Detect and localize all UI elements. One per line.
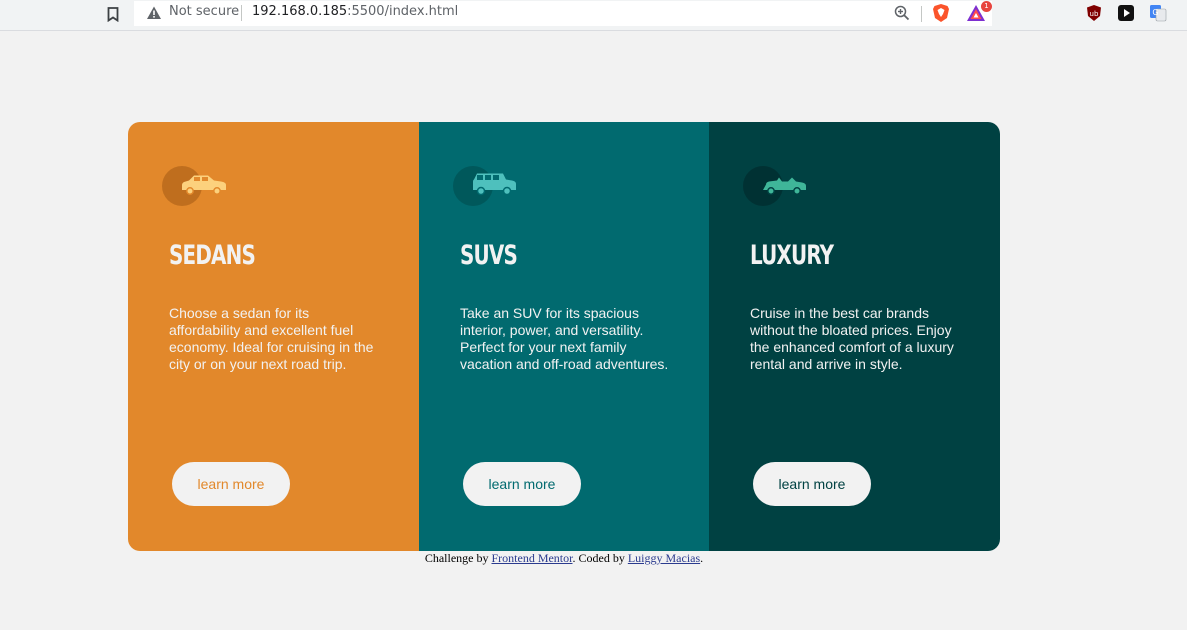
address-bar[interactable]: Not secure 192.168.0.185:5500/index.html…: [134, 1, 992, 26]
learn-more-button[interactable]: learn more: [463, 462, 581, 506]
suv-car-icon: [453, 166, 516, 206]
learn-more-button[interactable]: learn more: [172, 462, 290, 506]
luxury-car-icon: [743, 166, 806, 206]
divider: [241, 5, 242, 21]
browser-toolbar: Not secure 192.168.0.185:5500/index.html…: [0, 0, 1187, 31]
sedan-car-icon: [162, 166, 226, 206]
ublock-icon[interactable]: ub: [1085, 4, 1103, 22]
svg-text:ub: ub: [1090, 10, 1099, 18]
bookmark-icon[interactable]: [104, 4, 122, 24]
play-icon[interactable]: [1117, 4, 1135, 22]
card-description: Choose a sedan for its affordability and…: [169, 305, 374, 372]
brave-shield-icon[interactable]: [932, 3, 950, 23]
svg-text:G: G: [1152, 8, 1158, 17]
card-title: SUVS: [460, 240, 518, 271]
rewards-badge: 1: [981, 1, 992, 12]
car-cards-container: SEDANS Choose a sedan for its affordabil…: [128, 122, 1000, 551]
frontend-mentor-link[interactable]: Frontend Mentor: [491, 551, 572, 565]
attribution: Challenge by Frontend Mentor. Coded by L…: [0, 551, 1128, 566]
brave-rewards-icon[interactable]: 1: [966, 1, 992, 22]
card-title: SEDANS: [169, 240, 256, 271]
card-sedans: SEDANS Choose a sedan for its affordabil…: [128, 122, 419, 551]
card-suvs: SUVS Take an SUV for its spacious interi…: [419, 122, 709, 551]
learn-more-button[interactable]: learn more: [753, 462, 871, 506]
zoom-icon[interactable]: [894, 5, 910, 21]
attribution-middle: . Coded by: [572, 551, 628, 565]
url-host: 192.168.0.185: [252, 4, 348, 19]
url-text[interactable]: 192.168.0.185:5500/index.html: [252, 4, 458, 19]
card-luxury: LUXURY Cruise in the best car brands wit…: [709, 122, 1000, 551]
attribution-prefix: Challenge by: [424, 551, 492, 565]
card-description: Take an SUV for its spacious interior, p…: [460, 305, 669, 372]
divider: [921, 6, 922, 22]
translate-icon[interactable]: G: [1149, 4, 1167, 22]
warning-icon[interactable]: [146, 5, 162, 21]
url-path: :5500/index.html: [347, 4, 459, 19]
attribution-suffix: .: [700, 551, 704, 565]
author-link[interactable]: Luiggy Macias: [628, 551, 700, 565]
card-description: Cruise in the best car brands without th…: [750, 305, 954, 372]
card-title: LUXURY: [750, 240, 834, 271]
security-label[interactable]: Not secure: [169, 4, 239, 19]
